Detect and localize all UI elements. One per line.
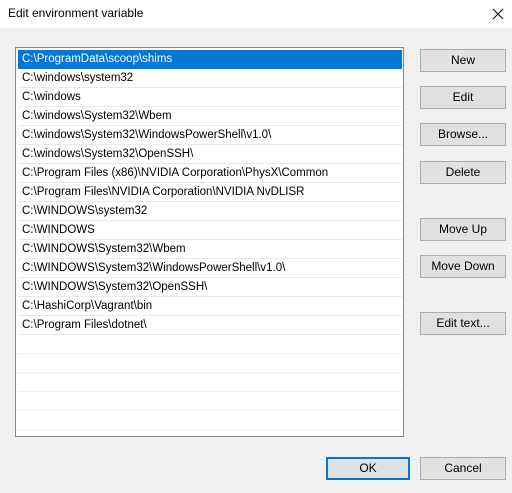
title-bar: Edit environment variable	[0, 0, 512, 28]
browse-button[interactable]: Browse...	[420, 123, 506, 146]
list-item[interactable]: C:\Program Files (x86)\NVIDIA Corporatio…	[18, 164, 402, 183]
list-item[interactable]: C:\Program Files\dotnet\	[18, 316, 402, 335]
empty-list-row[interactable]	[18, 373, 402, 392]
close-icon	[492, 8, 504, 20]
new-button[interactable]: New	[420, 49, 506, 72]
list-item[interactable]: C:\windows\System32\Wbem	[18, 107, 402, 126]
edit-text-button[interactable]: Edit text...	[420, 312, 506, 335]
path-list[interactable]: C:\ProgramData\scoop\shims C:\windows\sys…	[15, 47, 404, 437]
cancel-button[interactable]: Cancel	[420, 457, 506, 480]
edit-button[interactable]: Edit	[420, 86, 506, 109]
list-item[interactable]: C:\Program Files\NVIDIA Corporation\NVID…	[18, 183, 402, 202]
empty-list-row[interactable]	[18, 335, 402, 354]
window-title: Edit environment variable	[8, 6, 144, 20]
empty-list-row[interactable]	[18, 354, 402, 373]
list-item[interactable]: C:\windows\System32\WindowsPowerShell\v1…	[18, 126, 402, 145]
list-item[interactable]: C:\windows	[18, 88, 402, 107]
list-item[interactable]: C:\windows\system32	[18, 69, 402, 88]
list-item[interactable]: C:\WINDOWS	[18, 221, 402, 240]
list-item[interactable]: C:\WINDOWS\System32\OpenSSH\	[18, 278, 402, 297]
list-item[interactable]: C:\windows\System32\OpenSSH\	[18, 145, 402, 164]
list-item[interactable]: C:\ProgramData\scoop\shims	[18, 50, 402, 69]
empty-list-row[interactable]	[18, 392, 402, 411]
move-up-button[interactable]: Move Up	[420, 218, 506, 241]
empty-list-row[interactable]	[18, 411, 402, 430]
ok-button[interactable]: OK	[326, 457, 410, 480]
close-button[interactable]	[484, 0, 512, 28]
list-item[interactable]: C:\WINDOWS\System32\Wbem	[18, 240, 402, 259]
delete-button[interactable]: Delete	[420, 161, 506, 184]
list-item[interactable]: C:\HashiCorp\Vagrant\bin	[18, 297, 402, 316]
list-item[interactable]: C:\WINDOWS\System32\WindowsPowerShell\v1…	[18, 259, 402, 278]
list-item[interactable]: C:\WINDOWS\system32	[18, 202, 402, 221]
edit-environment-variable-dialog: Edit environment variable C:\ProgramData…	[0, 0, 512, 493]
move-down-button[interactable]: Move Down	[420, 255, 506, 278]
